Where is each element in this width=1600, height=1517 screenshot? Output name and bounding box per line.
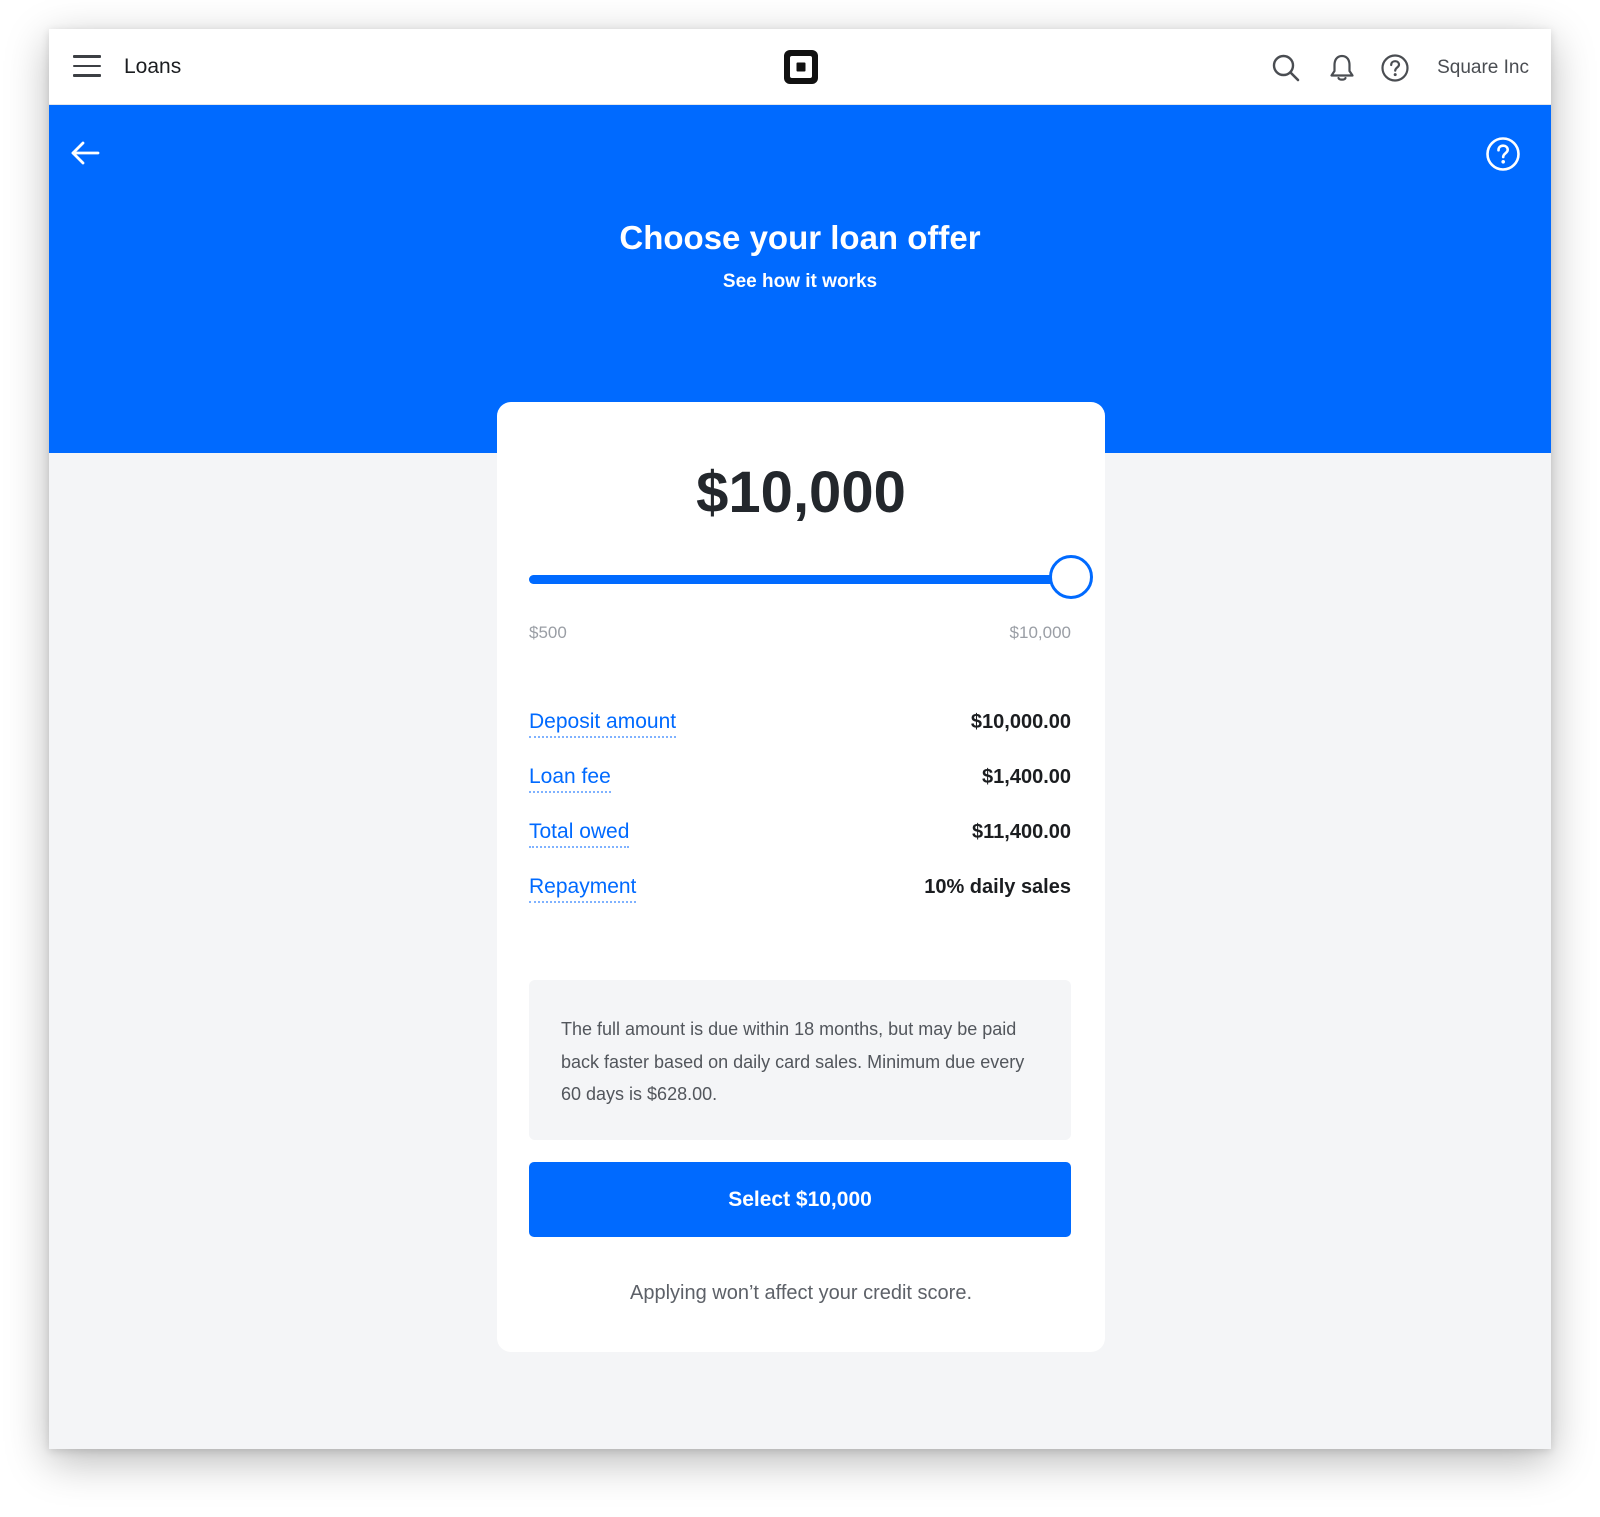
repayment-info-text: The full amount is due within 18 months,…	[561, 1019, 1025, 1104]
search-icon[interactable]	[1271, 53, 1301, 83]
help-circle-icon[interactable]	[1380, 53, 1410, 83]
page-title: Loans	[124, 55, 182, 78]
bell-icon[interactable]	[1327, 53, 1357, 83]
detail-row-loan-fee: Loan fee $1,400.00	[529, 763, 1071, 795]
select-offer-button[interactable]: Select $10,000	[529, 1162, 1071, 1237]
see-how-it-works-link[interactable]: See how it works	[49, 270, 1551, 294]
slider-min-label: $500	[529, 623, 567, 642]
banner-title: Choose your loan offer	[619, 219, 981, 256]
hamburger-menu-icon[interactable]	[73, 55, 101, 77]
slider-handle[interactable]	[1049, 555, 1093, 599]
loan-amount-slider[interactable]	[529, 555, 1093, 599]
top-navigation-bar: Loans Square Inc	[49, 29, 1551, 105]
app-window: Loans Square Inc Choose your loan offer …	[49, 29, 1551, 1449]
deposit-amount-link[interactable]: Deposit amount	[529, 708, 677, 738]
detail-row-repayment: Repayment 10% daily sales	[529, 873, 1071, 905]
credit-score-note: Applying won’t affect your credit score.	[629, 1282, 973, 1304]
loan-fee-link[interactable]: Loan fee	[529, 763, 611, 793]
repayment-value: 10% daily sales	[924, 876, 1071, 898]
repayment-info-box: The full amount is due within 18 months,…	[529, 980, 1071, 1140]
repayment-link[interactable]: Repayment	[529, 873, 637, 903]
detail-row-deposit-amount: Deposit amount $10,000.00	[529, 708, 1071, 740]
detail-row-total-owed: Total owed $11,400.00	[529, 818, 1071, 850]
arrow-left-icon[interactable]	[69, 136, 103, 170]
loan-amount: $10,000	[696, 460, 906, 525]
hero-banner: Choose your loan offer See how it works	[49, 105, 1551, 453]
slider-fill	[529, 575, 1071, 584]
total-owed-value: $11,400.00	[972, 821, 1071, 843]
square-logo-icon[interactable]	[784, 50, 818, 84]
loan-offer-card: $10,000 $500 $10,000 Deposit amount $10,…	[497, 402, 1105, 1352]
loan-fee-value: $1,400.00	[982, 766, 1071, 788]
account-menu[interactable]: Square Inc	[1437, 56, 1529, 80]
slider-max-label: $10,000	[1009, 623, 1071, 642]
total-owed-link[interactable]: Total owed	[529, 818, 630, 848]
deposit-amount-value: $10,000.00	[970, 711, 1071, 733]
help-circle-icon[interactable]	[1485, 136, 1521, 172]
